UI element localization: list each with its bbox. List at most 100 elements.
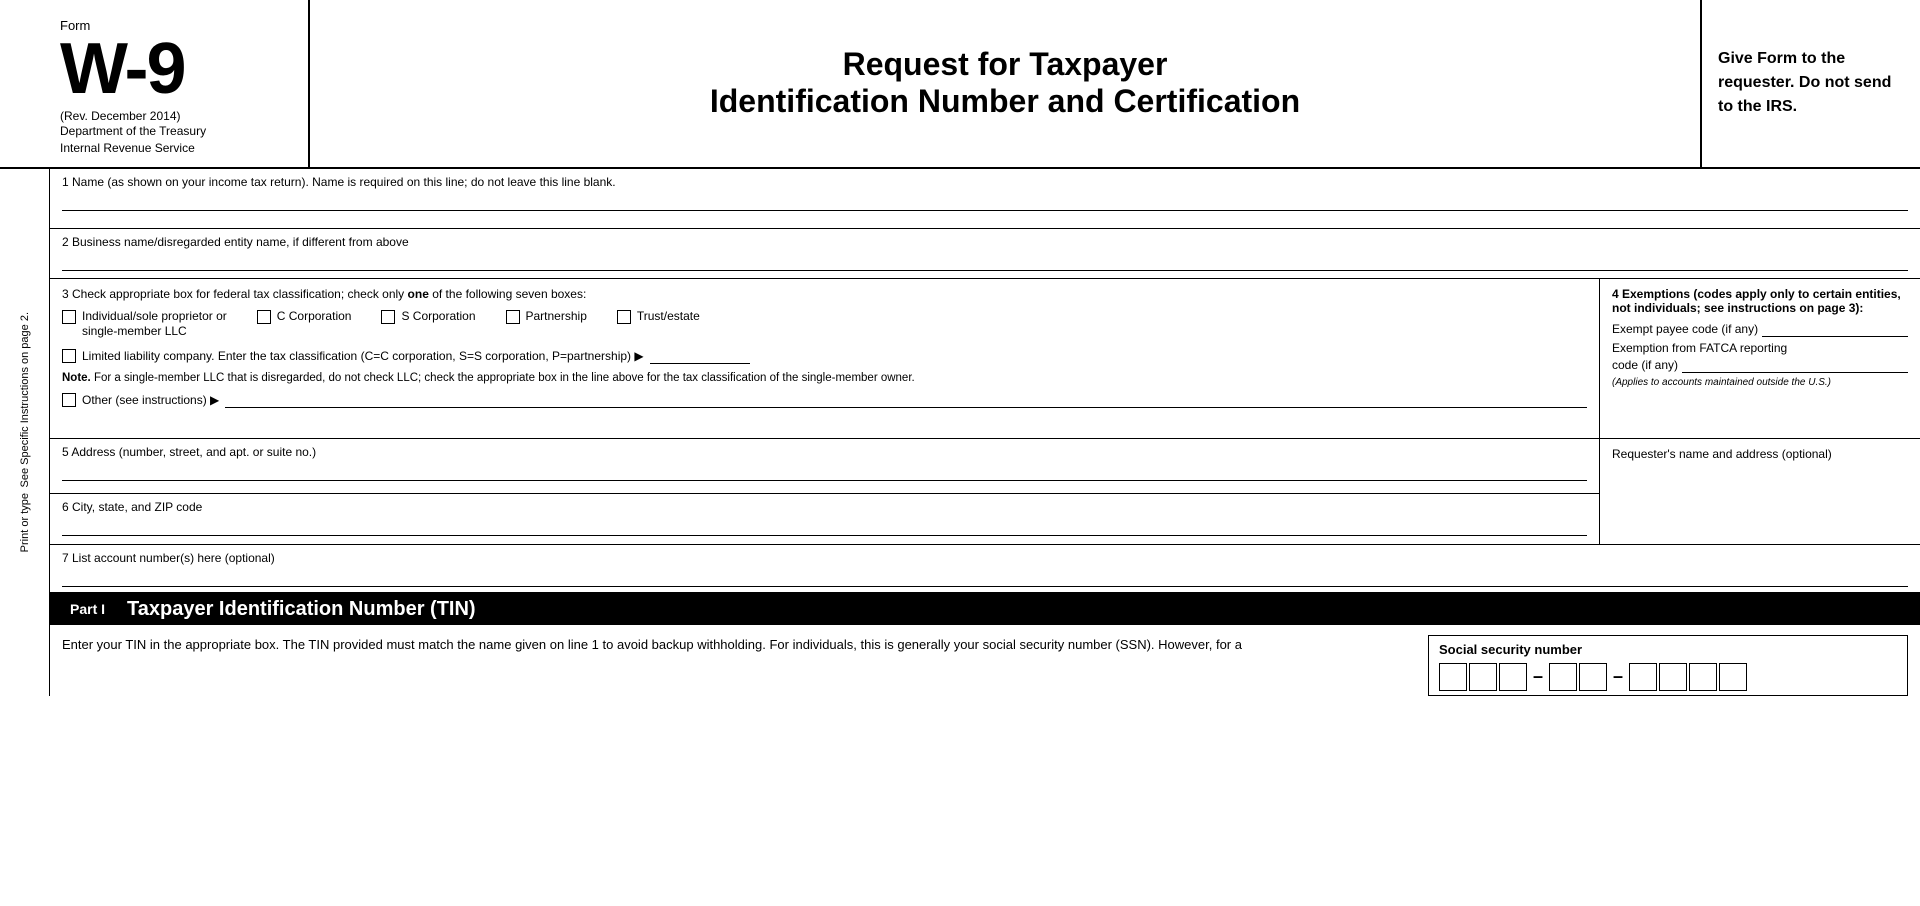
checkbox-individual-label: Individual/sole proprietor orsingle-memb… xyxy=(82,309,227,340)
checkbox-partnership-box[interactable] xyxy=(506,310,520,324)
header-title-line2: Identification Number and Certification xyxy=(710,83,1300,120)
form-dept1: Department of the Treasury xyxy=(60,123,288,140)
exempt-payee-row: Exempt payee code (if any) xyxy=(1612,321,1908,337)
field6-input[interactable] xyxy=(62,516,1587,536)
address-left: 5 Address (number, street, and apt. or s… xyxy=(50,439,1600,544)
ssn-cell-2[interactable] xyxy=(1469,663,1497,691)
field1-input[interactable] xyxy=(62,191,1908,211)
form-header: Form W-9 (Rev. December 2014) Department… xyxy=(0,0,1920,169)
checkbox-ccorp: C Corporation xyxy=(257,309,352,325)
part1-body: Enter your TIN in the appropriate box. T… xyxy=(50,625,1920,696)
header-right-text: Give Form to the requester. Do not send … xyxy=(1718,47,1904,119)
ssn-cell-8[interactable] xyxy=(1689,663,1717,691)
ssn-cell-4[interactable] xyxy=(1549,663,1577,691)
note-text: Note. For a single-member LLC that is di… xyxy=(62,370,1587,386)
ssn-cell-5[interactable] xyxy=(1579,663,1607,691)
part1-intro-text: Enter your TIN in the appropriate box. T… xyxy=(62,637,1242,652)
field1-label: 1 Name (as shown on your income tax retu… xyxy=(62,175,1908,189)
checkbox-trust-label: Trust/estate xyxy=(637,309,700,325)
form-number: W-9 xyxy=(60,33,288,105)
classification-left: 3 Check appropriate box for federal tax … xyxy=(50,279,1600,438)
fatca-note: (Applies to accounts maintained outside … xyxy=(1612,377,1908,388)
field2-row: 2 Business name/disregarded entity name,… xyxy=(50,229,1920,279)
ssn-label: Social security number xyxy=(1439,642,1897,657)
side-label-text2: Print or type xyxy=(19,493,31,552)
field3-label: 3 Check appropriate box for federal tax … xyxy=(62,287,1587,301)
checkbox-scorp: S Corporation xyxy=(381,309,475,325)
header-right: Give Form to the requester. Do not send … xyxy=(1700,0,1920,167)
other-row: Other (see instructions) ▶ xyxy=(62,392,1587,408)
side-label-inner: See Specific Instructions on page 2. Pri… xyxy=(19,312,31,553)
llc-label: Limited liability company. Enter the tax… xyxy=(82,349,644,363)
part1-label: Part I xyxy=(62,599,113,619)
checkbox-trust-box[interactable] xyxy=(617,310,631,324)
header-left: Form W-9 (Rev. December 2014) Department… xyxy=(0,0,310,167)
other-input[interactable] xyxy=(225,392,1587,408)
ssn-segment1 xyxy=(1439,663,1527,691)
other-label: Other (see instructions) ▶ xyxy=(82,393,219,407)
field1-row: 1 Name (as shown on your income tax retu… xyxy=(50,169,1920,229)
checkbox-individual-box[interactable] xyxy=(62,310,76,324)
field2-input[interactable] xyxy=(62,251,1908,271)
ssn-segment2 xyxy=(1549,663,1607,691)
checkbox-ccorp-box[interactable] xyxy=(257,310,271,324)
fatca-label1: Exemption from FATCA reporting xyxy=(1612,341,1908,355)
checkbox-partnership-label: Partnership xyxy=(526,309,587,325)
exemptions-label: 4 Exemptions (codes apply only to certai… xyxy=(1612,287,1908,315)
field6-label: 6 City, state, and ZIP code xyxy=(62,500,1587,514)
ssn-segment3 xyxy=(1629,663,1747,691)
side-label-text1: See Specific Instructions on page 2. xyxy=(19,312,31,488)
field7-row: 7 List account number(s) here (optional) xyxy=(50,544,1920,594)
ssn-box: Social security number – – xyxy=(1428,635,1908,696)
requester-label: Requester's name and address (optional) xyxy=(1612,447,1908,461)
llc-row: Limited liability company. Enter the tax… xyxy=(62,348,1587,364)
classification-row: 3 Check appropriate box for federal tax … xyxy=(50,279,1920,439)
classification-right: 4 Exemptions (codes apply only to certai… xyxy=(1600,279,1920,438)
requester-box: Requester's name and address (optional) xyxy=(1600,439,1920,544)
checkbox-other-box[interactable] xyxy=(62,393,76,407)
ssn-dash2: – xyxy=(1611,666,1625,687)
ssn-dash1: – xyxy=(1531,666,1545,687)
part1-title: Taxpayer Identification Number (TIN) xyxy=(127,598,476,621)
checkbox-scorp-label: S Corporation xyxy=(401,309,475,325)
exempt-payee-input[interactable] xyxy=(1762,321,1908,337)
field2-label: 2 Business name/disregarded entity name,… xyxy=(62,235,1908,249)
checkbox-trust: Trust/estate xyxy=(617,309,700,325)
llc-input[interactable] xyxy=(650,348,750,364)
ssn-cell-9[interactable] xyxy=(1719,663,1747,691)
checkbox-row1: Individual/sole proprietor orsingle-memb… xyxy=(62,309,1587,340)
part1-intro: Enter your TIN in the appropriate box. T… xyxy=(62,635,1408,696)
address-section: 5 Address (number, street, and apt. or s… xyxy=(50,439,1920,544)
field5-row: 5 Address (number, street, and apt. or s… xyxy=(50,439,1599,494)
checkbox-ccorp-label: C Corporation xyxy=(277,309,352,325)
field7-label: 7 List account number(s) here (optional) xyxy=(62,551,1908,565)
ssn-inputs: – – xyxy=(1439,663,1897,691)
form-dept2: Internal Revenue Service xyxy=(60,140,288,157)
checkbox-llc-box[interactable] xyxy=(62,349,76,363)
field6-row: 6 City, state, and ZIP code xyxy=(50,494,1599,544)
checkbox-scorp-box[interactable] xyxy=(381,310,395,324)
form-body: See Specific Instructions on page 2. Pri… xyxy=(0,169,1920,696)
note-bold: Note. xyxy=(62,372,91,384)
part1-header: Part I Taxpayer Identification Number (T… xyxy=(50,594,1920,625)
fatca-input[interactable] xyxy=(1682,357,1908,373)
note-content: For a single-member LLC that is disregar… xyxy=(94,372,915,384)
ssn-cell-1[interactable] xyxy=(1439,663,1467,691)
form-rev: (Rev. December 2014) xyxy=(60,109,288,123)
fatca-label2: code (if any) xyxy=(1612,358,1678,372)
w9-form: Form W-9 (Rev. December 2014) Department… xyxy=(0,0,1920,696)
ssn-cell-7[interactable] xyxy=(1659,663,1687,691)
ssn-cell-3[interactable] xyxy=(1499,663,1527,691)
side-label: See Specific Instructions on page 2. Pri… xyxy=(0,169,50,696)
checkbox-individual: Individual/sole proprietor orsingle-memb… xyxy=(62,309,227,340)
header-title-line1: Request for Taxpayer xyxy=(843,46,1168,83)
form-fields: 1 Name (as shown on your income tax retu… xyxy=(50,169,1920,696)
field5-input[interactable] xyxy=(62,461,1587,481)
header-center: Request for Taxpayer Identification Numb… xyxy=(310,0,1700,167)
ssn-cell-6[interactable] xyxy=(1629,663,1657,691)
field7-input[interactable] xyxy=(62,567,1908,587)
exempt-payee-label: Exempt payee code (if any) xyxy=(1612,322,1758,336)
fatca-row: code (if any) xyxy=(1612,357,1908,373)
field5-label: 5 Address (number, street, and apt. or s… xyxy=(62,445,1587,459)
checkbox-partnership: Partnership xyxy=(506,309,587,325)
